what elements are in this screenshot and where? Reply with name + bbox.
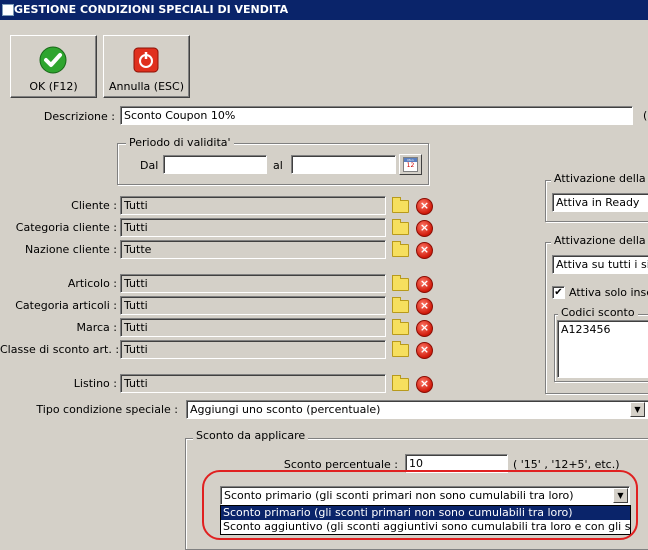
solo-checkbox[interactable]: ✔ — [552, 286, 565, 299]
attivazione2-legend: Attivazione della co — [551, 234, 648, 247]
filter-value-field: Tutte — [120, 240, 386, 259]
ok-button-label: OK (F12) — [29, 80, 78, 93]
filter-label: Categoria cliente : — [15, 221, 117, 234]
delete-icon[interactable]: × — [414, 318, 434, 337]
filter-value-field: Tutti — [120, 340, 386, 359]
window-title: GESTIONE CONDIZIONI SPECIALI DI VENDITA — [14, 3, 289, 16]
attivazione2-select[interactable]: Attiva su tutti i siti e- — [552, 255, 648, 274]
ok-button[interactable]: OK (F12) — [10, 35, 97, 98]
folder-icon[interactable] — [390, 318, 410, 337]
descrizione-label: Descrizione : — [43, 110, 115, 123]
attivazione1-legend: Attivazione della co — [551, 172, 648, 185]
delete-icon[interactable]: × — [414, 218, 434, 237]
attivazione1-select[interactable]: Attiva in Ready — [552, 193, 648, 212]
highlight-ellipse — [202, 470, 638, 540]
filter-label: Classe di sconto art. : — [0, 343, 120, 356]
filter-label: Cliente : — [71, 199, 117, 212]
al-input[interactable] — [291, 155, 396, 174]
dal-input[interactable] — [163, 155, 267, 174]
delete-icon[interactable]: × — [414, 274, 434, 293]
chevron-down-icon[interactable]: ▼ — [630, 402, 645, 417]
filter-label: Nazione cliente : — [25, 243, 117, 256]
delete-icon[interactable]: × — [414, 196, 434, 215]
folder-icon[interactable] — [390, 240, 410, 259]
sconto-legend: Sconto da applicare — [193, 429, 309, 442]
dal-label: Dal — [140, 159, 159, 172]
cancel-button-label: Annulla (ESC) — [109, 80, 184, 93]
filter-value-field: Tutti — [120, 318, 386, 337]
folder-icon[interactable] — [390, 196, 410, 215]
tipo-select-value: Aggiungi uno sconto (percentuale) — [190, 403, 381, 416]
folder-icon[interactable] — [390, 296, 410, 315]
periodo-legend: Periodo di validita' — [126, 136, 234, 149]
cancel-button[interactable]: Annulla (ESC) — [103, 35, 190, 98]
filter-value-field: Tutti — [120, 296, 386, 315]
filter-value-field: Tutti — [120, 274, 386, 293]
tipo-label: Tipo condizione speciale : — [36, 403, 178, 416]
filter-label: Articolo : — [67, 277, 117, 290]
filter-label: Listino : — [73, 377, 117, 390]
delete-icon[interactable]: × — [414, 296, 434, 315]
folder-icon[interactable] — [390, 274, 410, 293]
filter-value-field: Tutti — [120, 374, 386, 393]
delete-icon[interactable]: × — [414, 374, 434, 393]
folder-icon[interactable] — [390, 374, 410, 393]
check-icon — [39, 46, 67, 74]
filter-label: Marca : — [76, 321, 117, 334]
calendar-icon: Mon 12 — [403, 157, 418, 172]
descrizione-input[interactable]: Sconto Coupon 10% — [120, 106, 633, 125]
codici-textarea[interactable]: A123456 — [557, 320, 648, 378]
delete-icon[interactable]: × — [414, 340, 434, 359]
window-title-bar: GESTIONE CONDIZIONI SPECIALI DI VENDITA — [0, 0, 648, 20]
codici-legend: Codici sconto — [558, 306, 638, 319]
window-icon — [2, 4, 14, 16]
filter-value-field: Tutti — [120, 218, 386, 237]
tipo-select[interactable]: Aggiungi uno sconto (percentuale) ▼ — [186, 400, 648, 419]
paren-text: ( — [643, 109, 648, 122]
delete-icon[interactable]: × — [414, 240, 434, 259]
al-label: al — [273, 159, 283, 172]
folder-icon[interactable] — [390, 340, 410, 359]
calendar-day: 12 — [406, 162, 415, 169]
filter-value-field: Tutti — [120, 196, 386, 215]
solo-label: Attiva solo insere — [569, 286, 648, 299]
power-stop-icon — [133, 47, 159, 73]
calendar-button[interactable]: Mon 12 — [399, 154, 422, 175]
filter-label: Categoria articoli : — [15, 299, 117, 312]
folder-icon[interactable] — [390, 218, 410, 237]
